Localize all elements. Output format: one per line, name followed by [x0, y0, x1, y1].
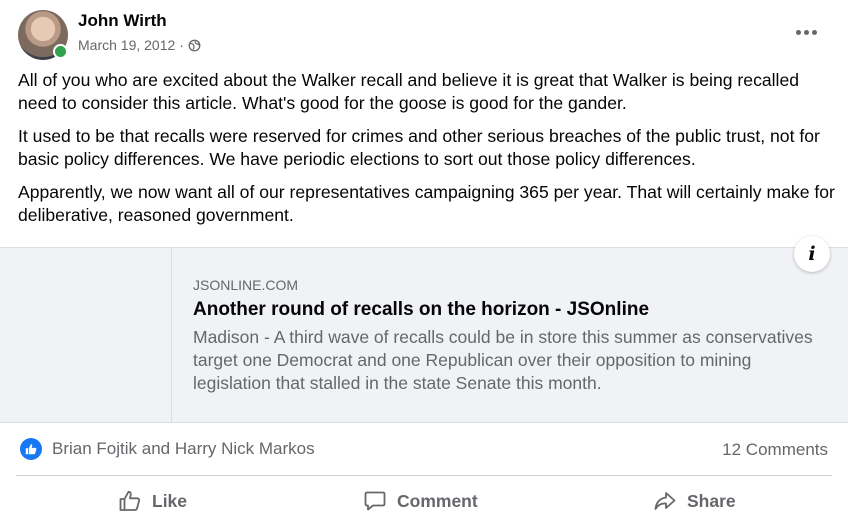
online-status-dot	[53, 44, 68, 59]
post-body: All of you who are excited about the Wal…	[18, 69, 838, 237]
like-reaction-icon	[20, 438, 42, 460]
post-paragraph: Apparently, we now want all of our repre…	[18, 182, 835, 225]
share-button[interactable]: Share	[653, 482, 736, 520]
thumbs-up-icon	[119, 490, 141, 511]
link-thumbnail[interactable]	[0, 248, 172, 422]
post-paragraph: It used to be that recalls were reserved…	[18, 126, 820, 169]
post-paragraph: All of you who are excited about the Wal…	[18, 70, 800, 113]
like-button[interactable]: Like	[118, 482, 187, 520]
link-preview-card[interactable]: JSONLINE.COM Another round of recalls on…	[0, 247, 848, 423]
like-label: Like	[152, 490, 188, 511]
more-options-icon[interactable]	[788, 18, 824, 46]
link-domain: JSONLINE.COM	[193, 277, 299, 293]
author-name[interactable]: John Wirth	[78, 11, 167, 31]
globe-icon[interactable]	[188, 39, 201, 52]
post-meta: March 19, 2012 ·	[78, 37, 201, 53]
link-title[interactable]: Another round of recalls on the horizon …	[193, 299, 649, 321]
facebook-post: John Wirth March 19, 2012 · All of you w…	[0, 0, 859, 531]
post-date[interactable]: March 19, 2012	[78, 37, 175, 53]
share-arrow-icon	[654, 492, 676, 510]
reactions-summary[interactable]: Brian Fojtik and Harry Nick Markos	[20, 438, 315, 460]
comments-count[interactable]: 12 Comments	[722, 440, 828, 460]
divider	[16, 475, 832, 476]
reactors-names[interactable]: Brian Fojtik and Harry Nick Markos	[52, 439, 315, 459]
comment-bubble-icon	[364, 491, 386, 511]
share-label: Share	[687, 490, 736, 511]
comment-label: Comment	[397, 490, 478, 511]
comment-button[interactable]: Comment	[363, 482, 478, 520]
info-icon[interactable]: i	[794, 236, 830, 272]
meta-separator: ·	[179, 37, 184, 53]
link-description: Madison - A third wave of recalls could …	[193, 327, 813, 393]
action-bar: Like Comment Share	[0, 482, 859, 522]
